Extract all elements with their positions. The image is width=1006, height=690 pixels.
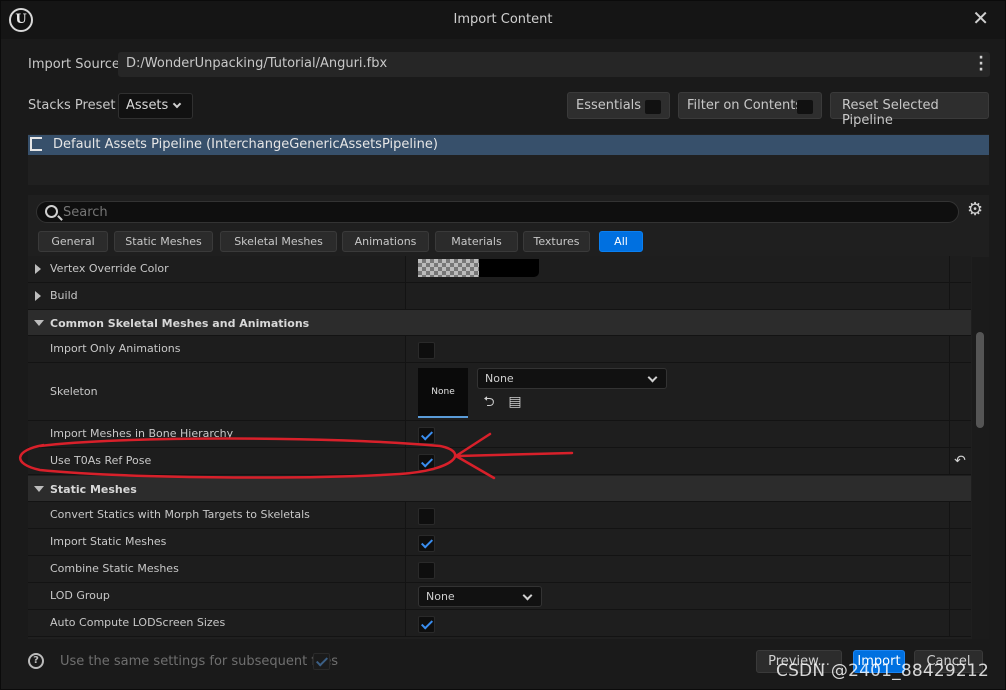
scrollbar-thumb[interactable] [976,332,984,428]
auto-compute-lod-label: Auto Compute LODScreen Sizes [50,616,226,629]
reset-to-default-icon[interactable]: ↶ [952,453,968,469]
pipeline-item-label: Default Assets Pipeline (InterchangeGene… [53,137,438,152]
tab-general[interactable]: General [38,231,108,252]
essentials-checkbox[interactable] [645,100,661,114]
expand-arrow-icon[interactable] [35,264,41,274]
window-title: Import Content [453,12,553,27]
essentials-toggle[interactable]: Essentials [567,92,670,119]
stacks-preset-value: Assets [126,98,169,113]
category-label: Static Meshes [50,483,137,496]
import-only-animations-checkbox[interactable] [418,342,435,359]
property-row: Import Static Meshes [28,529,971,556]
chevron-down-icon [647,372,658,383]
collapse-arrow-icon[interactable] [34,486,44,492]
reset-selected-pipeline-button[interactable]: Reset Selected Pipeline [830,92,989,128]
skeleton-dropdown[interactable]: None [477,368,667,389]
use-same-settings-label: Use the same settings for subsequent fil… [60,654,338,669]
convert-statics-checkbox[interactable] [418,508,435,525]
import-only-animations-label: Import Only Animations [50,342,181,355]
filter-on-contents-label: Filter on Contents [687,98,803,113]
details-scrollbar[interactable] [972,257,989,639]
stacks-preset-label: Stacks Preset [28,98,116,113]
import-static-meshes-label: Import Static Meshes [50,535,167,548]
property-row: Combine Static Meshes [28,556,971,583]
lod-group-dropdown[interactable]: None [418,586,542,607]
property-row: Import Meshes in Bone Hierarchy [28,421,971,448]
collapse-arrow-icon[interactable] [34,320,44,326]
pipeline-list: Default Assets Pipeline (InterchangeGene… [28,134,989,185]
property-row: Convert Statics with Morph Targets to Sk… [28,502,971,529]
convert-statics-label: Convert Statics with Morph Targets to Sk… [50,508,310,521]
skeleton-thumbnail[interactable]: None [418,368,468,418]
essentials-label: Essentials [576,98,642,113]
vertex-override-color-label: Vertex Override Color [50,262,169,275]
import-content-dialog: U Import Content ✕ Import Source D:/Wond… [0,0,1006,690]
combine-static-meshes-checkbox[interactable] [418,562,435,579]
category-static-meshes[interactable]: Static Meshes [28,476,971,502]
close-icon[interactable]: ✕ [972,6,989,30]
details-panel: ⚙ General Static Meshes Skeletal Meshes … [28,195,989,639]
use-t0as-ref-pose-label: Use T0As Ref Pose [50,454,152,467]
property-row-skeleton: Skeleton None None ⮌ ▤ [28,363,971,421]
watermark: CSDN @2401_88429212 [776,661,989,681]
category-common-skeletal[interactable]: Common Skeletal Meshes and Animations [28,310,971,336]
color-swatch[interactable] [418,259,539,277]
property-row: Use T0As Ref Pose ↶ [28,448,971,475]
tab-skeletal-meshes[interactable]: Skeletal Meshes [220,231,337,252]
use-selected-asset-icon[interactable]: ⮌ [481,394,497,410]
combine-static-meshes-label: Combine Static Meshes [50,562,179,575]
reset-pipeline-label: Reset Selected Pipeline [842,98,939,128]
chevron-down-icon [172,99,182,109]
kebab-menu-icon[interactable]: · · · [978,51,984,77]
search-input[interactable] [63,203,943,221]
help-icon[interactable]: ? [28,653,44,669]
tab-materials[interactable]: Materials [435,231,518,252]
tab-static-meshes[interactable]: Static Meshes [114,231,213,252]
tab-textures[interactable]: Textures [523,231,590,252]
property-row: Import Only Animations [28,336,971,363]
lod-group-value: None [426,590,455,603]
use-t0as-ref-pose-checkbox[interactable] [418,454,435,471]
filter-on-contents-checkbox[interactable] [797,100,813,114]
property-row: Auto Compute LODScreen Sizes [28,610,971,637]
build-label: Build [50,289,78,302]
property-row: Build [28,283,971,310]
import-source-field[interactable]: D:/WonderUnpacking/Tutorial/Anguri.fbx ·… [118,51,990,77]
stacks-preset-dropdown[interactable]: Assets [118,93,193,119]
lod-group-label: LOD Group [50,589,110,602]
import-source-label: Import Source [28,57,120,72]
pipeline-item-default[interactable]: Default Assets Pipeline (InterchangeGene… [28,135,989,155]
import-meshes-bone-hierarchy-label: Import Meshes in Bone Hierarchy [50,427,234,440]
filter-on-contents-toggle[interactable]: Filter on Contents [678,92,822,119]
gear-icon[interactable]: ⚙ [967,201,985,219]
title-bar: U Import Content ✕ [1,1,1005,39]
chevron-down-icon [522,590,533,601]
search-icon [45,205,58,218]
expand-arrow-icon[interactable] [35,291,41,301]
import-source-value: D:/WonderUnpacking/Tutorial/Anguri.fbx [126,56,388,71]
auto-compute-lod-checkbox[interactable] [418,616,435,633]
browse-asset-icon[interactable]: ▤ [507,394,523,410]
category-label: Common Skeletal Meshes and Animations [50,317,310,330]
pipeline-icon [30,137,42,151]
search-box[interactable] [36,201,959,223]
tab-animations[interactable]: Animations [342,231,429,252]
skeleton-value: None [485,372,514,385]
import-static-meshes-checkbox[interactable] [418,535,435,552]
use-same-settings-checkbox[interactable] [313,653,330,670]
skeleton-label: Skeleton [50,385,98,398]
tab-all[interactable]: All [599,231,643,252]
property-row: Vertex Override Color [28,256,971,283]
property-row: LOD Group None [28,583,971,610]
import-meshes-bone-hierarchy-checkbox[interactable] [418,427,435,444]
